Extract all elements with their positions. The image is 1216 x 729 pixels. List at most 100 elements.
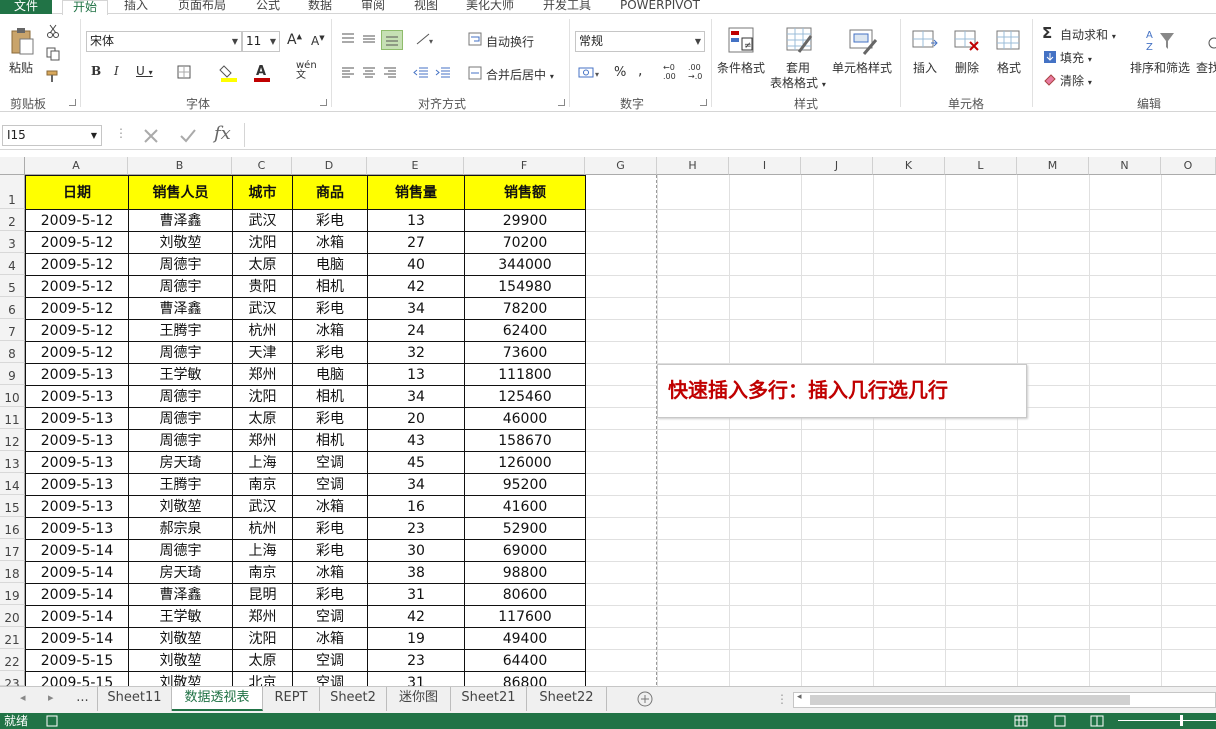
merge-center-icon[interactable]	[466, 65, 484, 81]
table-cell[interactable]: 刘敬堃	[128, 627, 233, 650]
column-header-cell[interactable]: 销售额	[464, 175, 586, 210]
page-break-view-icon[interactable]	[1088, 714, 1106, 728]
increase-indent-icon[interactable]	[434, 65, 452, 81]
clear-button[interactable]: 清除 ▾	[1060, 72, 1092, 89]
borders-icon[interactable]	[175, 64, 193, 80]
table-cell[interactable]: 70200	[464, 231, 586, 254]
table-cell[interactable]: 2009-5-14	[25, 561, 129, 584]
table-cell[interactable]: 2009-5-12	[25, 341, 129, 364]
table-cell[interactable]: 2009-5-15	[25, 649, 129, 672]
table-cell[interactable]: 杭州	[232, 517, 293, 540]
macro-record-icon[interactable]	[44, 714, 60, 728]
sheet-tab-sheet21[interactable]: Sheet21	[451, 687, 527, 711]
tab-splitter[interactable]: ⋮	[776, 692, 788, 706]
table-cell[interactable]: 郑州	[232, 429, 293, 452]
column-header-g[interactable]: G	[585, 157, 657, 175]
copy-icon[interactable]	[44, 46, 62, 62]
column-header-c[interactable]: C	[232, 157, 292, 175]
cancel-icon[interactable]	[140, 126, 162, 146]
table-cell[interactable]: 武汉	[232, 297, 293, 320]
row-header[interactable]: 4	[0, 253, 25, 275]
table-cell[interactable]: 117600	[464, 605, 586, 628]
table-cell[interactable]: 电脑	[292, 253, 368, 276]
table-cell[interactable]: 19	[367, 627, 465, 650]
row-header[interactable]: 20	[0, 605, 25, 627]
table-cell[interactable]: 空调	[292, 473, 368, 496]
insert-cells-button[interactable]: 插入	[913, 59, 937, 76]
row-header[interactable]: 21	[0, 627, 25, 649]
table-cell[interactable]: 冰箱	[292, 495, 368, 518]
table-cell[interactable]: 郑州	[232, 363, 293, 386]
number-format-combo[interactable]: 常规 ▼	[575, 31, 705, 52]
table-cell[interactable]: 周德宇	[128, 429, 233, 452]
table-cell[interactable]: 沈阳	[232, 627, 293, 650]
format-cells-icon[interactable]	[994, 25, 1024, 57]
fill-icon[interactable]	[1042, 49, 1058, 65]
bold-button[interactable]: B	[91, 64, 101, 78]
table-cell[interactable]: 武汉	[232, 495, 293, 518]
table-cell[interactable]: 20	[367, 407, 465, 430]
scroll-tabs-right-icon[interactable]: ▸	[48, 691, 54, 704]
table-cell[interactable]: 27	[367, 231, 465, 254]
table-cell[interactable]: 40	[367, 253, 465, 276]
cut-icon[interactable]	[44, 23, 62, 39]
table-cell[interactable]: 武汉	[232, 209, 293, 232]
table-cell[interactable]: 154980	[464, 275, 586, 298]
sort-filter-icon[interactable]: AZ	[1143, 27, 1177, 55]
tab-beautify[interactable]: 美化大师	[466, 0, 514, 12]
autosum-button[interactable]: 自动求和 ▾	[1060, 26, 1116, 43]
number-launcher-icon[interactable]	[700, 99, 707, 106]
sheet-tab-sparkline[interactable]: 迷你图	[387, 687, 451, 711]
table-cell[interactable]: 52900	[464, 517, 586, 540]
table-cell[interactable]: 111800	[464, 363, 586, 386]
percent-button[interactable]: %	[614, 65, 626, 80]
table-cell[interactable]: 2009-5-13	[25, 495, 129, 518]
table-cell[interactable]: 73600	[464, 341, 586, 364]
table-cell[interactable]: 34	[367, 297, 465, 320]
table-cell[interactable]: 刘敬堃	[128, 231, 233, 254]
table-cell[interactable]: 上海	[232, 539, 293, 562]
row-header[interactable]: 13	[0, 451, 25, 473]
table-cell[interactable]: 95200	[464, 473, 586, 496]
sheet-tab-sheet2[interactable]: Sheet2	[320, 687, 387, 711]
table-cell[interactable]: 周德宇	[128, 253, 233, 276]
align-middle-icon[interactable]	[361, 31, 377, 47]
table-cell[interactable]: 41600	[464, 495, 586, 518]
comma-button[interactable]: ,	[638, 63, 642, 79]
table-cell[interactable]: 42	[367, 605, 465, 628]
tab-data[interactable]: 数据	[308, 0, 332, 12]
table-cell[interactable]: 郝宗泉	[128, 517, 233, 540]
row-header[interactable]: 1	[0, 175, 25, 209]
column-header-d[interactable]: D	[292, 157, 367, 175]
tab-developer[interactable]: 开发工具	[543, 0, 591, 12]
cell-styles-icon[interactable]	[846, 25, 880, 57]
table-cell[interactable]: 王腾宇	[128, 319, 233, 342]
paste-icon[interactable]	[8, 27, 36, 57]
table-cell[interactable]: 80600	[464, 583, 586, 606]
row-header[interactable]: 7	[0, 319, 25, 341]
table-cell[interactable]: 13	[367, 209, 465, 232]
table-cell[interactable]: 周德宇	[128, 275, 233, 298]
fill-color-icon[interactable]	[218, 62, 240, 82]
orientation-icon[interactable]: ▾	[413, 31, 439, 47]
row-header[interactable]: 6	[0, 297, 25, 319]
font-launcher-icon[interactable]	[320, 99, 327, 106]
table-cell[interactable]: 冰箱	[292, 561, 368, 584]
table-cell[interactable]: 46000	[464, 407, 586, 430]
column-header-a[interactable]: A	[25, 157, 128, 175]
table-cell[interactable]: 彩电	[292, 517, 368, 540]
formula-input[interactable]	[244, 123, 1216, 147]
table-cell[interactable]: 曹泽鑫	[128, 297, 233, 320]
merge-center-button[interactable]: 合并后居中 ▾	[486, 66, 554, 83]
tab-page-layout[interactable]: 页面布局	[178, 0, 226, 12]
tab-powerpivot[interactable]: POWERPIVOT	[620, 0, 700, 12]
select-all-corner[interactable]	[0, 157, 25, 175]
column-header-cell[interactable]: 日期	[25, 175, 129, 210]
table-cell[interactable]: 周德宇	[128, 407, 233, 430]
table-cell[interactable]: 23	[367, 649, 465, 672]
table-cell[interactable]: 王腾宇	[128, 473, 233, 496]
table-cell[interactable]: 太原	[232, 407, 293, 430]
row-header[interactable]: 5	[0, 275, 25, 297]
table-cell[interactable]: 周德宇	[128, 341, 233, 364]
column-header-h[interactable]: H	[657, 157, 729, 175]
